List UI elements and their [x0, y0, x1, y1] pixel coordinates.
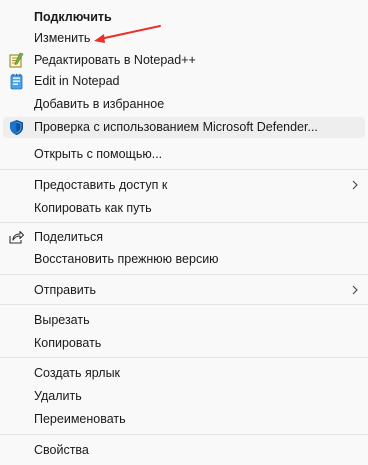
menu-item-label: Копировать	[34, 336, 102, 350]
menu-item-add-to-favorites[interactable]: Добавить в избранное	[0, 94, 368, 115]
menu-item-label: Открыть с помощью...	[34, 147, 163, 161]
chevron-right-icon	[350, 282, 360, 298]
menu-separator	[0, 169, 368, 170]
menu-item-label: Отправить	[34, 283, 96, 297]
notepad-plus-plus-icon	[8, 52, 25, 69]
menu-item-edit-notepad-plus-plus[interactable]: Редактировать в Notepad++	[0, 50, 368, 71]
menu-item-edit[interactable]: Изменить	[0, 28, 368, 49]
menu-item-label: Свойства	[34, 443, 89, 457]
menu-item-copy[interactable]: Копировать	[0, 333, 368, 354]
menu-item-label: Проверка с использованием Microsoft Defe…	[34, 120, 318, 134]
menu-item-restore-previous-versions[interactable]: Восстановить прежнюю версию	[0, 249, 368, 270]
menu-separator	[0, 274, 368, 275]
menu-separator	[0, 357, 368, 358]
notepad-icon	[8, 73, 25, 90]
microsoft-defender-shield-icon	[8, 119, 25, 136]
menu-item-rename[interactable]: Переименовать	[0, 409, 368, 430]
menu-item-label: Изменить	[34, 31, 91, 45]
menu-item-label: Edit in Notepad	[34, 74, 120, 88]
menu-item-label: Удалить	[34, 389, 82, 403]
share-icon	[8, 229, 25, 246]
menu-separator	[0, 434, 368, 435]
menu-separator	[0, 304, 368, 305]
menu-item-open-with[interactable]: Открыть с помощью...	[0, 144, 368, 165]
menu-item-label: Создать ярлык	[34, 366, 121, 380]
context-menu: Подключить Изменить Редактировать в Note…	[0, 0, 368, 465]
menu-item-create-shortcut[interactable]: Создать ярлык	[0, 363, 368, 384]
menu-item-label: Поделиться	[34, 230, 104, 244]
menu-item-scan-with-defender[interactable]: Проверка с использованием Microsoft Defe…	[3, 117, 365, 138]
menu-item-label: Восстановить прежнюю версию	[34, 252, 219, 266]
menu-item-label: Переименовать	[34, 412, 126, 426]
menu-item-properties[interactable]: Свойства	[0, 440, 368, 461]
menu-item-label: Вырезать	[34, 313, 90, 327]
menu-item-send-to[interactable]: Отправить	[0, 280, 368, 301]
menu-item-label: Копировать как путь	[34, 201, 152, 215]
menu-item-edit-in-notepad[interactable]: Edit in Notepad	[0, 71, 368, 92]
menu-item-give-access-to[interactable]: Предоставить доступ к	[0, 175, 368, 196]
menu-item-label: Предоставить доступ к	[34, 178, 168, 192]
menu-item-label: Добавить в избранное	[34, 97, 165, 111]
menu-item-copy-as-path[interactable]: Копировать как путь	[0, 198, 368, 219]
menu-item-delete[interactable]: Удалить	[0, 386, 368, 407]
menu-item-label: Редактировать в Notepad++	[34, 53, 196, 67]
menu-separator	[0, 222, 368, 223]
menu-item-share[interactable]: Поделиться	[0, 227, 368, 248]
menu-item-connect[interactable]: Подключить	[0, 7, 368, 28]
menu-item-label: Подключить	[34, 10, 112, 24]
chevron-right-icon	[350, 177, 360, 193]
menu-item-cut[interactable]: Вырезать	[0, 310, 368, 331]
